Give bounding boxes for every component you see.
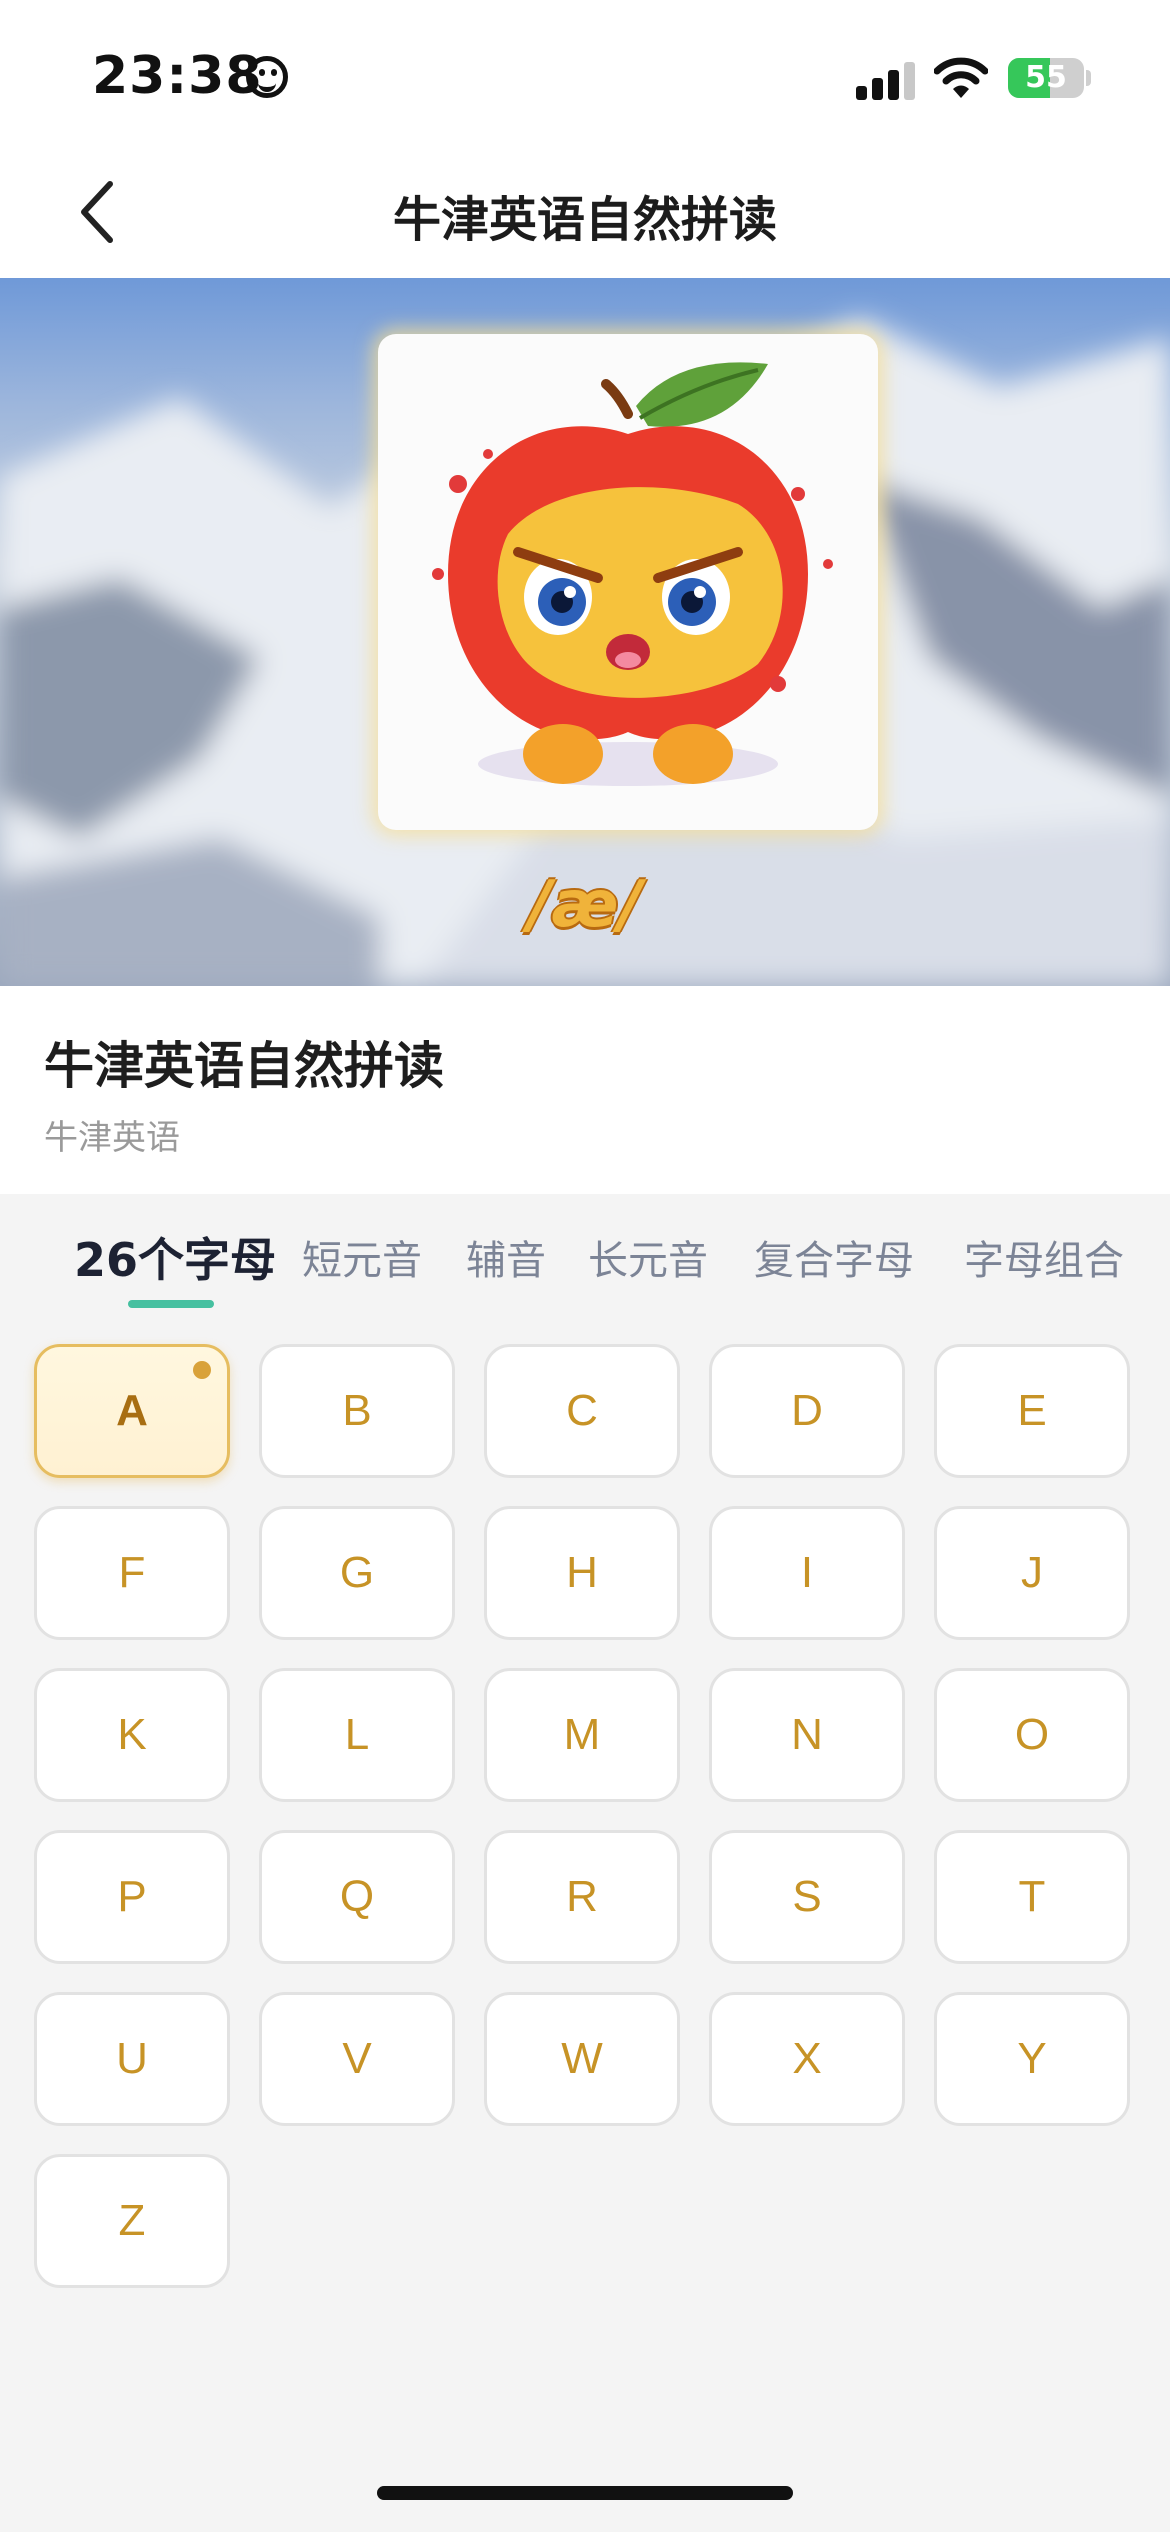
letter-button-c[interactable]: C (484, 1344, 680, 1478)
letter-button-v[interactable]: V (259, 1992, 455, 2126)
letter-label: Z (118, 2196, 146, 2245)
letter-label: X (792, 2034, 822, 2083)
phonetic-symbol: /æ/ (528, 868, 642, 942)
course-info: 牛津英语自然拼读 牛津英语 (0, 986, 1170, 1194)
letter-label: P (117, 1872, 147, 1921)
letter-button-h[interactable]: H (484, 1506, 680, 1640)
letter-label: W (561, 2034, 603, 2083)
letter-label: N (791, 1710, 823, 1759)
letter-button-m[interactable]: M (484, 1668, 680, 1802)
letter-label: B (342, 1386, 372, 1435)
phonics-screen: 23:38 55 牛津英语自然拼读 /æ/ 牛津英语自然拼读 牛津英语 26个字… (0, 0, 1170, 2532)
letter-button-e[interactable]: E (934, 1344, 1130, 1478)
active-tab-indicator (128, 1300, 214, 1308)
letter-label: Q (339, 1872, 375, 1921)
current-dot-indicator (193, 1361, 211, 1379)
letter-label: I (800, 1548, 814, 1597)
home-indicator[interactable] (377, 2486, 793, 2500)
letter-label: J (1021, 1548, 1043, 1597)
letter-button-a[interactable]: A (34, 1344, 230, 1478)
letter-label: E (1017, 1386, 1047, 1435)
letter-button-y[interactable]: Y (934, 1992, 1130, 2126)
tab-26-letters[interactable]: 26个字母 (74, 1224, 276, 1290)
status-bar: 23:38 55 (0, 0, 1170, 150)
smiley-face-icon (246, 56, 288, 98)
tab-consonants[interactable]: 辅音 (466, 1228, 546, 1286)
letter-button-u[interactable]: U (34, 1992, 230, 2126)
letter-button-q[interactable]: Q (259, 1830, 455, 1964)
navigation-bar: 牛津英语自然拼读 (0, 150, 1170, 278)
letter-button-z[interactable]: Z (34, 2154, 230, 2288)
battery-charging-icon: 55 (1008, 58, 1084, 98)
letter-label: K (117, 1710, 147, 1759)
letter-button-g[interactable]: G (259, 1506, 455, 1640)
letter-label: L (344, 1710, 370, 1759)
letter-label: M (563, 1710, 601, 1759)
letter-button-j[interactable]: J (934, 1506, 1130, 1640)
letter-label: Y (1017, 2034, 1047, 2083)
course-title: 牛津英语自然拼读 (44, 1037, 444, 1095)
wifi-icon (934, 57, 988, 98)
course-subtitle: 牛津英语 (44, 1118, 180, 1158)
letter-button-n[interactable]: N (709, 1668, 905, 1802)
tab-letter-combinations[interactable]: 字母组合 (964, 1228, 1124, 1286)
category-tabs: 26个字母 短元音 辅音 长元音 复合字母 字母组合 (0, 1194, 1170, 1314)
letter-label: D (791, 1386, 823, 1435)
letter-label: U (116, 2034, 148, 2083)
page-title: 牛津英语自然拼读 (392, 192, 777, 248)
letter-button-p[interactable]: P (34, 1830, 230, 1964)
letter-label: S (792, 1872, 822, 1921)
status-time: 23:38 (92, 46, 263, 106)
battery-terminal (1086, 70, 1091, 86)
letter-label: O (1014, 1710, 1050, 1759)
letter-label: C (566, 1386, 598, 1435)
letter-button-r[interactable]: R (484, 1830, 680, 1964)
letter-label: A (116, 1386, 148, 1435)
cartoon-apple-illustration (432, 362, 833, 786)
letter-button-s[interactable]: S (709, 1830, 905, 1964)
letter-button-d[interactable]: D (709, 1344, 905, 1478)
letter-button-f[interactable]: F (34, 1506, 230, 1640)
letter-label: T (1018, 1872, 1046, 1921)
tab-long-vowels[interactable]: 长元音 (588, 1228, 708, 1286)
hero-banner: /æ/ (0, 278, 1170, 986)
battery-percentage: 55 (1025, 60, 1067, 95)
letter-button-b[interactable]: B (259, 1344, 455, 1478)
letter-button-x[interactable]: X (709, 1992, 905, 2126)
letter-button-o[interactable]: O (934, 1668, 1130, 1802)
word-picture-card (378, 334, 878, 830)
tab-compound-letters[interactable]: 复合字母 (754, 1228, 914, 1286)
tab-short-vowels[interactable]: 短元音 (302, 1228, 422, 1286)
letter-button-k[interactable]: K (34, 1668, 230, 1802)
cellular-signal-icon (856, 60, 916, 100)
letter-button-t[interactable]: T (934, 1830, 1130, 1964)
letter-label: R (566, 1872, 598, 1921)
letter-button-w[interactable]: W (484, 1992, 680, 2126)
letter-label: F (118, 1548, 146, 1597)
letter-label: G (339, 1548, 375, 1597)
letter-label: V (342, 2034, 372, 2083)
letter-label: H (566, 1548, 598, 1597)
letter-button-i[interactable]: I (709, 1506, 905, 1640)
letter-button-l[interactable]: L (259, 1668, 455, 1802)
